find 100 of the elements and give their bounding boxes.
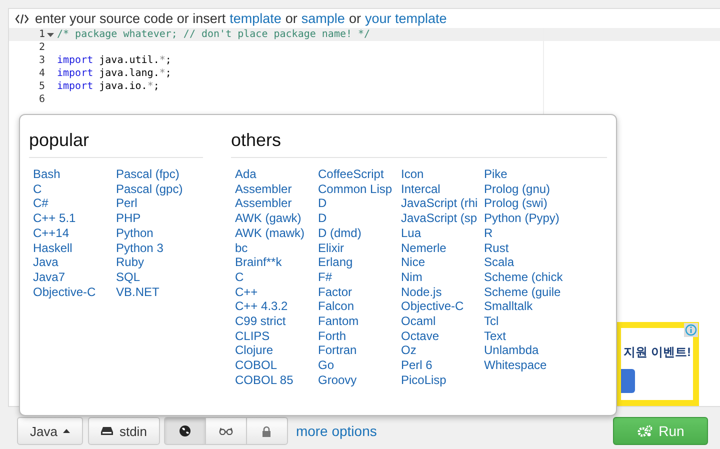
language-link[interactable]: D — [318, 211, 401, 226]
language-link[interactable]: F# — [318, 270, 401, 285]
line-number: 4 — [38, 67, 45, 80]
language-link[interactable]: SQL — [116, 270, 199, 285]
language-link[interactable]: Scheme (guile — [484, 284, 567, 300]
language-link[interactable]: C99 strict — [235, 314, 318, 329]
language-link[interactable]: COBOL — [235, 358, 318, 373]
line-number: 3 — [38, 54, 45, 67]
line-number: 1 — [38, 28, 45, 41]
language-link[interactable]: Go — [318, 358, 401, 373]
language-link[interactable]: Pascal (fpc) — [116, 167, 199, 182]
template-link[interactable]: your template — [364, 11, 447, 26]
language-link[interactable]: Pike — [484, 167, 567, 182]
language-link[interactable]: Text — [484, 328, 567, 344]
language-link[interactable]: Forth — [318, 328, 401, 344]
language-link[interactable]: R — [484, 226, 567, 241]
language-link[interactable]: Java7 — [33, 270, 116, 285]
language-link[interactable]: Erlang — [318, 255, 401, 270]
language-link[interactable]: C++ 4.3.2 — [235, 299, 318, 314]
language-link[interactable]: Bash — [33, 167, 116, 182]
language-link[interactable]: Nim — [401, 270, 484, 285]
language-link[interactable]: Factor — [318, 284, 401, 300]
ad-text: 지원 이벤트! — [624, 344, 691, 361]
language-link[interactable]: Scala — [484, 255, 567, 270]
toggle-button[interactable] — [164, 417, 206, 445]
language-link[interactable]: D — [318, 196, 401, 212]
language-link[interactable]: Rust — [484, 240, 567, 256]
code-comment: /* package whatever; // don't place package name! */ — [57, 28, 370, 41]
language-link[interactable]: CLIPS — [235, 328, 318, 344]
language-link[interactable]: COBOL 85 — [235, 372, 318, 388]
language-link[interactable]: Prolog (swi) — [484, 196, 567, 212]
fold-icon[interactable] — [47, 33, 54, 37]
language-link[interactable]: Oz — [401, 343, 484, 358]
language-link[interactable]: Python — [116, 226, 199, 241]
more-options-link[interactable]: more options — [296, 423, 377, 439]
stdin-button[interactable]: stdin — [88, 417, 160, 445]
language-link[interactable]: Octave — [401, 328, 484, 344]
template-link[interactable]: template — [230, 11, 282, 26]
prompt-text: enter your source code or insert — [35, 11, 226, 26]
language-link[interactable]: Prolog (gnu) — [484, 182, 567, 196]
language-button[interactable]: Java — [17, 417, 84, 445]
language-link[interactable]: AWK (mawk) — [235, 226, 318, 241]
line-number: 2 — [38, 41, 45, 54]
language-link[interactable]: AWK (gawk) — [235, 211, 318, 226]
language-link[interactable]: VB.NET — [116, 284, 199, 300]
language-link[interactable]: Assembler — [235, 196, 318, 212]
language-link[interactable]: Falcon — [318, 299, 401, 314]
language-link[interactable]: Perl 6 — [401, 358, 484, 373]
language-link[interactable]: bc — [235, 240, 318, 256]
toggle-button[interactable] — [246, 417, 288, 445]
language-link[interactable]: Ruby — [116, 255, 199, 270]
language-link[interactable]: C++ 5.1 — [33, 211, 116, 226]
language-link[interactable]: Clojure — [235, 343, 318, 358]
language-link[interactable]: Assembler — [235, 182, 318, 196]
code-text: import java.io.*; — [57, 80, 160, 93]
language-link[interactable]: Smalltalk — [484, 299, 567, 314]
language-link[interactable]: Whitespace — [484, 358, 567, 373]
language-link[interactable]: Objective-C — [33, 284, 116, 300]
language-link[interactable]: Fantom — [318, 314, 401, 329]
prompt-text: or — [285, 11, 298, 26]
language-link[interactable]: Haskell — [33, 240, 116, 256]
language-link[interactable]: Lua — [401, 226, 484, 241]
language-link[interactable]: JavaScript (sp — [401, 211, 484, 226]
code-text: import java.util.*; — [57, 54, 172, 67]
language-link[interactable]: Nice — [401, 255, 484, 270]
language-link[interactable]: Fortran — [318, 343, 401, 358]
language-link[interactable]: Ada — [235, 167, 318, 182]
language-link[interactable]: Nemerle — [401, 240, 484, 256]
language-link[interactable]: Groovy — [318, 372, 401, 388]
language-link[interactable]: PicoLisp — [401, 372, 484, 388]
section-title: popular — [29, 130, 203, 158]
language-link[interactable]: Common Lisp — [318, 182, 401, 196]
language-link[interactable]: Python 3 — [116, 240, 199, 256]
language-link[interactable]: Perl — [116, 196, 199, 212]
language-link[interactable]: Node.js — [401, 284, 484, 300]
language-link[interactable]: Icon — [401, 167, 484, 182]
language-link[interactable]: Scheme (chick — [484, 270, 567, 285]
language-link[interactable]: Unlambda — [484, 343, 567, 358]
language-link[interactable]: Objective-C — [401, 299, 484, 314]
language-link[interactable]: Brainf**k — [235, 255, 318, 270]
template-link[interactable]: sample — [301, 11, 345, 26]
language-link[interactable]: Pascal (gpc) — [116, 182, 199, 196]
inbox-icon — [101, 426, 114, 436]
language-link[interactable]: Python (Pypy) — [484, 211, 567, 226]
language-link[interactable]: Intercal — [401, 182, 484, 196]
language-link[interactable]: Tcl — [484, 314, 567, 329]
language-link[interactable]: C++ — [235, 284, 318, 300]
language-link[interactable]: JavaScript (rhi — [401, 196, 484, 212]
language-link[interactable]: CoffeeScript — [318, 167, 401, 182]
language-link[interactable]: Java — [33, 255, 116, 270]
language-link[interactable]: C — [33, 182, 116, 196]
language-link[interactable]: Elixir — [318, 240, 401, 256]
toggle-button[interactable] — [204, 417, 247, 445]
language-link[interactable]: C# — [33, 196, 116, 212]
language-link[interactable]: C — [235, 270, 318, 285]
language-link[interactable]: Ocaml — [401, 314, 484, 329]
code-icon — [15, 14, 29, 24]
language-link[interactable]: PHP — [116, 211, 199, 226]
language-link[interactable]: D (dmd) — [318, 226, 401, 241]
language-link[interactable]: C++14 — [33, 226, 116, 241]
